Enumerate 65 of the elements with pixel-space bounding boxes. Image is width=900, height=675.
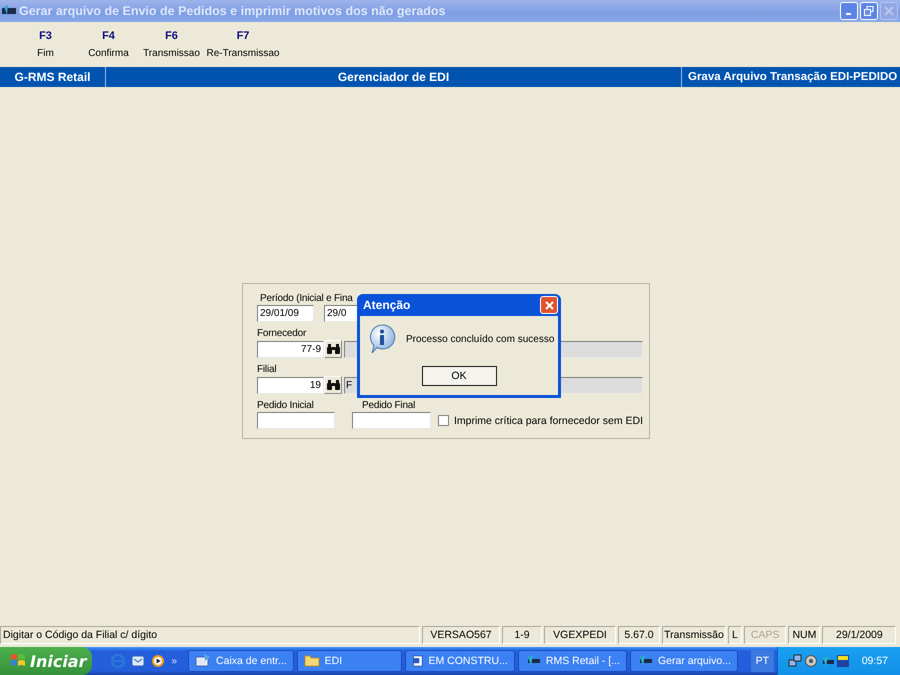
windows-logo-icon	[10, 653, 26, 669]
status-panel: VERSAO567	[422, 626, 500, 644]
status-panel: CAPS	[744, 626, 786, 644]
order-field[interactable]	[257, 412, 336, 429]
code-field[interactable]: 19	[257, 376, 324, 394]
function-key[interactable]: F6	[165, 30, 178, 42]
header-cell-text: G-RMS Retail	[13, 69, 92, 86]
status-panel: VGEXPEDI	[544, 626, 616, 644]
function-key[interactable]: F4	[102, 30, 115, 42]
function-key[interactable]: F7	[236, 30, 250, 42]
dialog-title: Atenção	[362, 298, 410, 312]
field-label: Pedido Final	[362, 399, 416, 412]
checkbox-label: Imprime crítica para fornecedor sem EDI	[454, 414, 643, 426]
search-button[interactable]	[324, 340, 342, 358]
function-key-label: Confirma	[88, 48, 129, 59]
network-icon[interactable]	[788, 654, 802, 668]
speaker-icon[interactable]	[804, 654, 818, 668]
close-icon	[884, 6, 894, 16]
status-hint: Digitar o Código da Filial c/ dígito	[0, 626, 420, 644]
taskbar-button[interactable]: EM CONSTRU...	[404, 650, 515, 672]
window-title: Gerar arquivo de Envio de Pedidos e imprimir motivos dos não gerados	[19, 4, 446, 18]
app-icon	[2, 5, 16, 17]
header-cell: Grava Arquivo Transação EDI-PEDIDO	[681, 67, 900, 87]
search-button[interactable]	[324, 376, 342, 394]
status-panel: 5.67.0	[618, 626, 660, 644]
mail-icon[interactable]	[131, 654, 146, 668]
binoculars-icon	[326, 344, 340, 354]
field-label: Pedido Inicial	[257, 399, 315, 412]
function-key[interactable]: F3	[39, 30, 52, 42]
status-panel: 29/1/2009	[822, 626, 896, 644]
binoculars-icon	[326, 380, 340, 390]
media-player-icon[interactable]	[151, 654, 166, 668]
function-key-label: Fim	[37, 48, 54, 59]
restore-button[interactable]	[860, 2, 878, 20]
field-label: Filial	[257, 363, 276, 376]
header-cell: Gerenciador de EDI	[105, 67, 681, 87]
close-icon	[544, 300, 554, 310]
taskbar-button[interactable]: Caixa de entr...	[188, 650, 294, 672]
field-label: Período (Inicial e Fina	[259, 292, 353, 305]
function-key-label: Transmissao	[143, 48, 200, 59]
status-panel: 1-9	[502, 626, 542, 644]
restore-icon	[864, 6, 874, 16]
clock: 09:57	[862, 655, 888, 667]
dialog-message: Processo concluído com sucesso	[406, 334, 554, 344]
mail-icon	[195, 653, 212, 669]
order-field[interactable]	[352, 412, 431, 429]
info-icon	[368, 324, 396, 354]
document-icon	[412, 653, 424, 669]
status-panel: L	[728, 626, 742, 644]
checkbox[interactable]	[438, 415, 449, 426]
function-key-label: Re-Transmissao	[206, 48, 280, 59]
more-button[interactable]: »	[171, 656, 178, 667]
taskbar-button[interactable]: Gerar arquivo...	[630, 650, 738, 672]
calendar-icon[interactable]	[836, 654, 850, 668]
date-field[interactable]: 29/01/09	[257, 305, 314, 322]
language-button[interactable]: PT	[750, 650, 774, 672]
status-panel: Transmissão	[662, 626, 726, 644]
ok-button[interactable]: OK	[422, 366, 496, 386]
taskbar-button[interactable]: EDI	[296, 650, 402, 672]
status-panel: NUM	[788, 626, 820, 644]
code-field[interactable]: 77-9	[257, 340, 324, 358]
taskbar-button[interactable]: RMS Retail - [...	[518, 650, 627, 672]
folder-icon	[304, 653, 320, 669]
minimize-button[interactable]	[840, 2, 858, 20]
field-label: Fornecedor	[257, 327, 306, 340]
